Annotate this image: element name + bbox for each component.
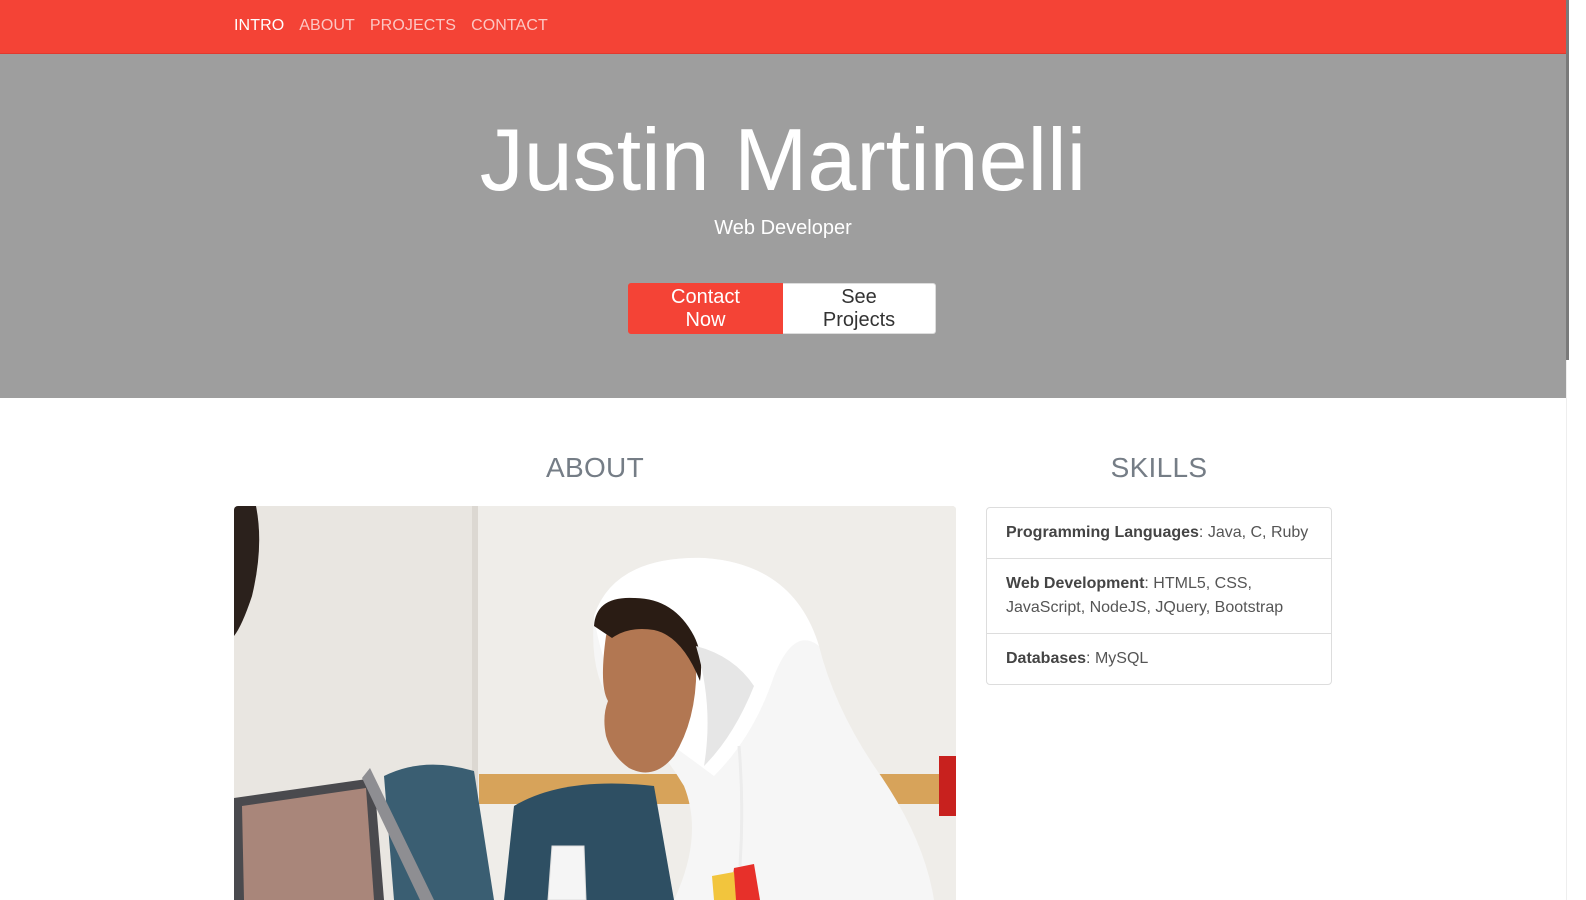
page-scrollbar[interactable] — [1566, 0, 1586, 900]
skill-item: Programming Languages: Java, C, Ruby — [987, 508, 1331, 559]
skills-list: Programming Languages: Java, C, Ruby Web… — [986, 507, 1332, 685]
nav-link-projects[interactable]: PROJECTS — [370, 17, 456, 35]
navbar: INTRO ABOUT PROJECTS CONTACT — [0, 0, 1566, 54]
portfolio-page: INTRO ABOUT PROJECTS CONTACT Justin Mart… — [0, 0, 1586, 900]
hero-subtitle: Web Developer — [714, 217, 852, 239]
skill-name: Programming Languages — [1006, 524, 1199, 541]
skills-heading: SKILLS — [1110, 452, 1208, 483]
see-projects-button[interactable]: See Projects — [783, 283, 936, 334]
scrollbar-thumb[interactable] — [1566, 0, 1569, 360]
skill-item: Databases: MySQL — [987, 634, 1331, 684]
hero-title: Justin Martinelli — [479, 110, 1087, 209]
nav-link-contact[interactable]: CONTACT — [471, 17, 548, 35]
nav-link-about[interactable]: ABOUT — [299, 17, 355, 35]
about-heading: ABOUT — [546, 452, 644, 483]
hero-button-group: Contact Now See Projects — [628, 283, 936, 334]
skill-name: Web Development — [1006, 575, 1145, 592]
nav-link-intro[interactable]: INTRO — [234, 17, 284, 35]
skill-value: : Java, C, Ruby — [1198, 524, 1309, 541]
nav-links: INTRO ABOUT PROJECTS CONTACT — [234, 17, 548, 35]
contact-now-button[interactable]: Contact Now — [628, 283, 783, 334]
profile-photo — [234, 506, 956, 900]
skill-name: Databases — [1006, 650, 1087, 667]
skill-item: Web Development: HTML5, CSS, JavaScript,… — [987, 559, 1331, 634]
hero-section: Justin Martinelli Web Developer Contact … — [0, 54, 1566, 398]
skill-value: : MySQL — [1086, 650, 1149, 667]
